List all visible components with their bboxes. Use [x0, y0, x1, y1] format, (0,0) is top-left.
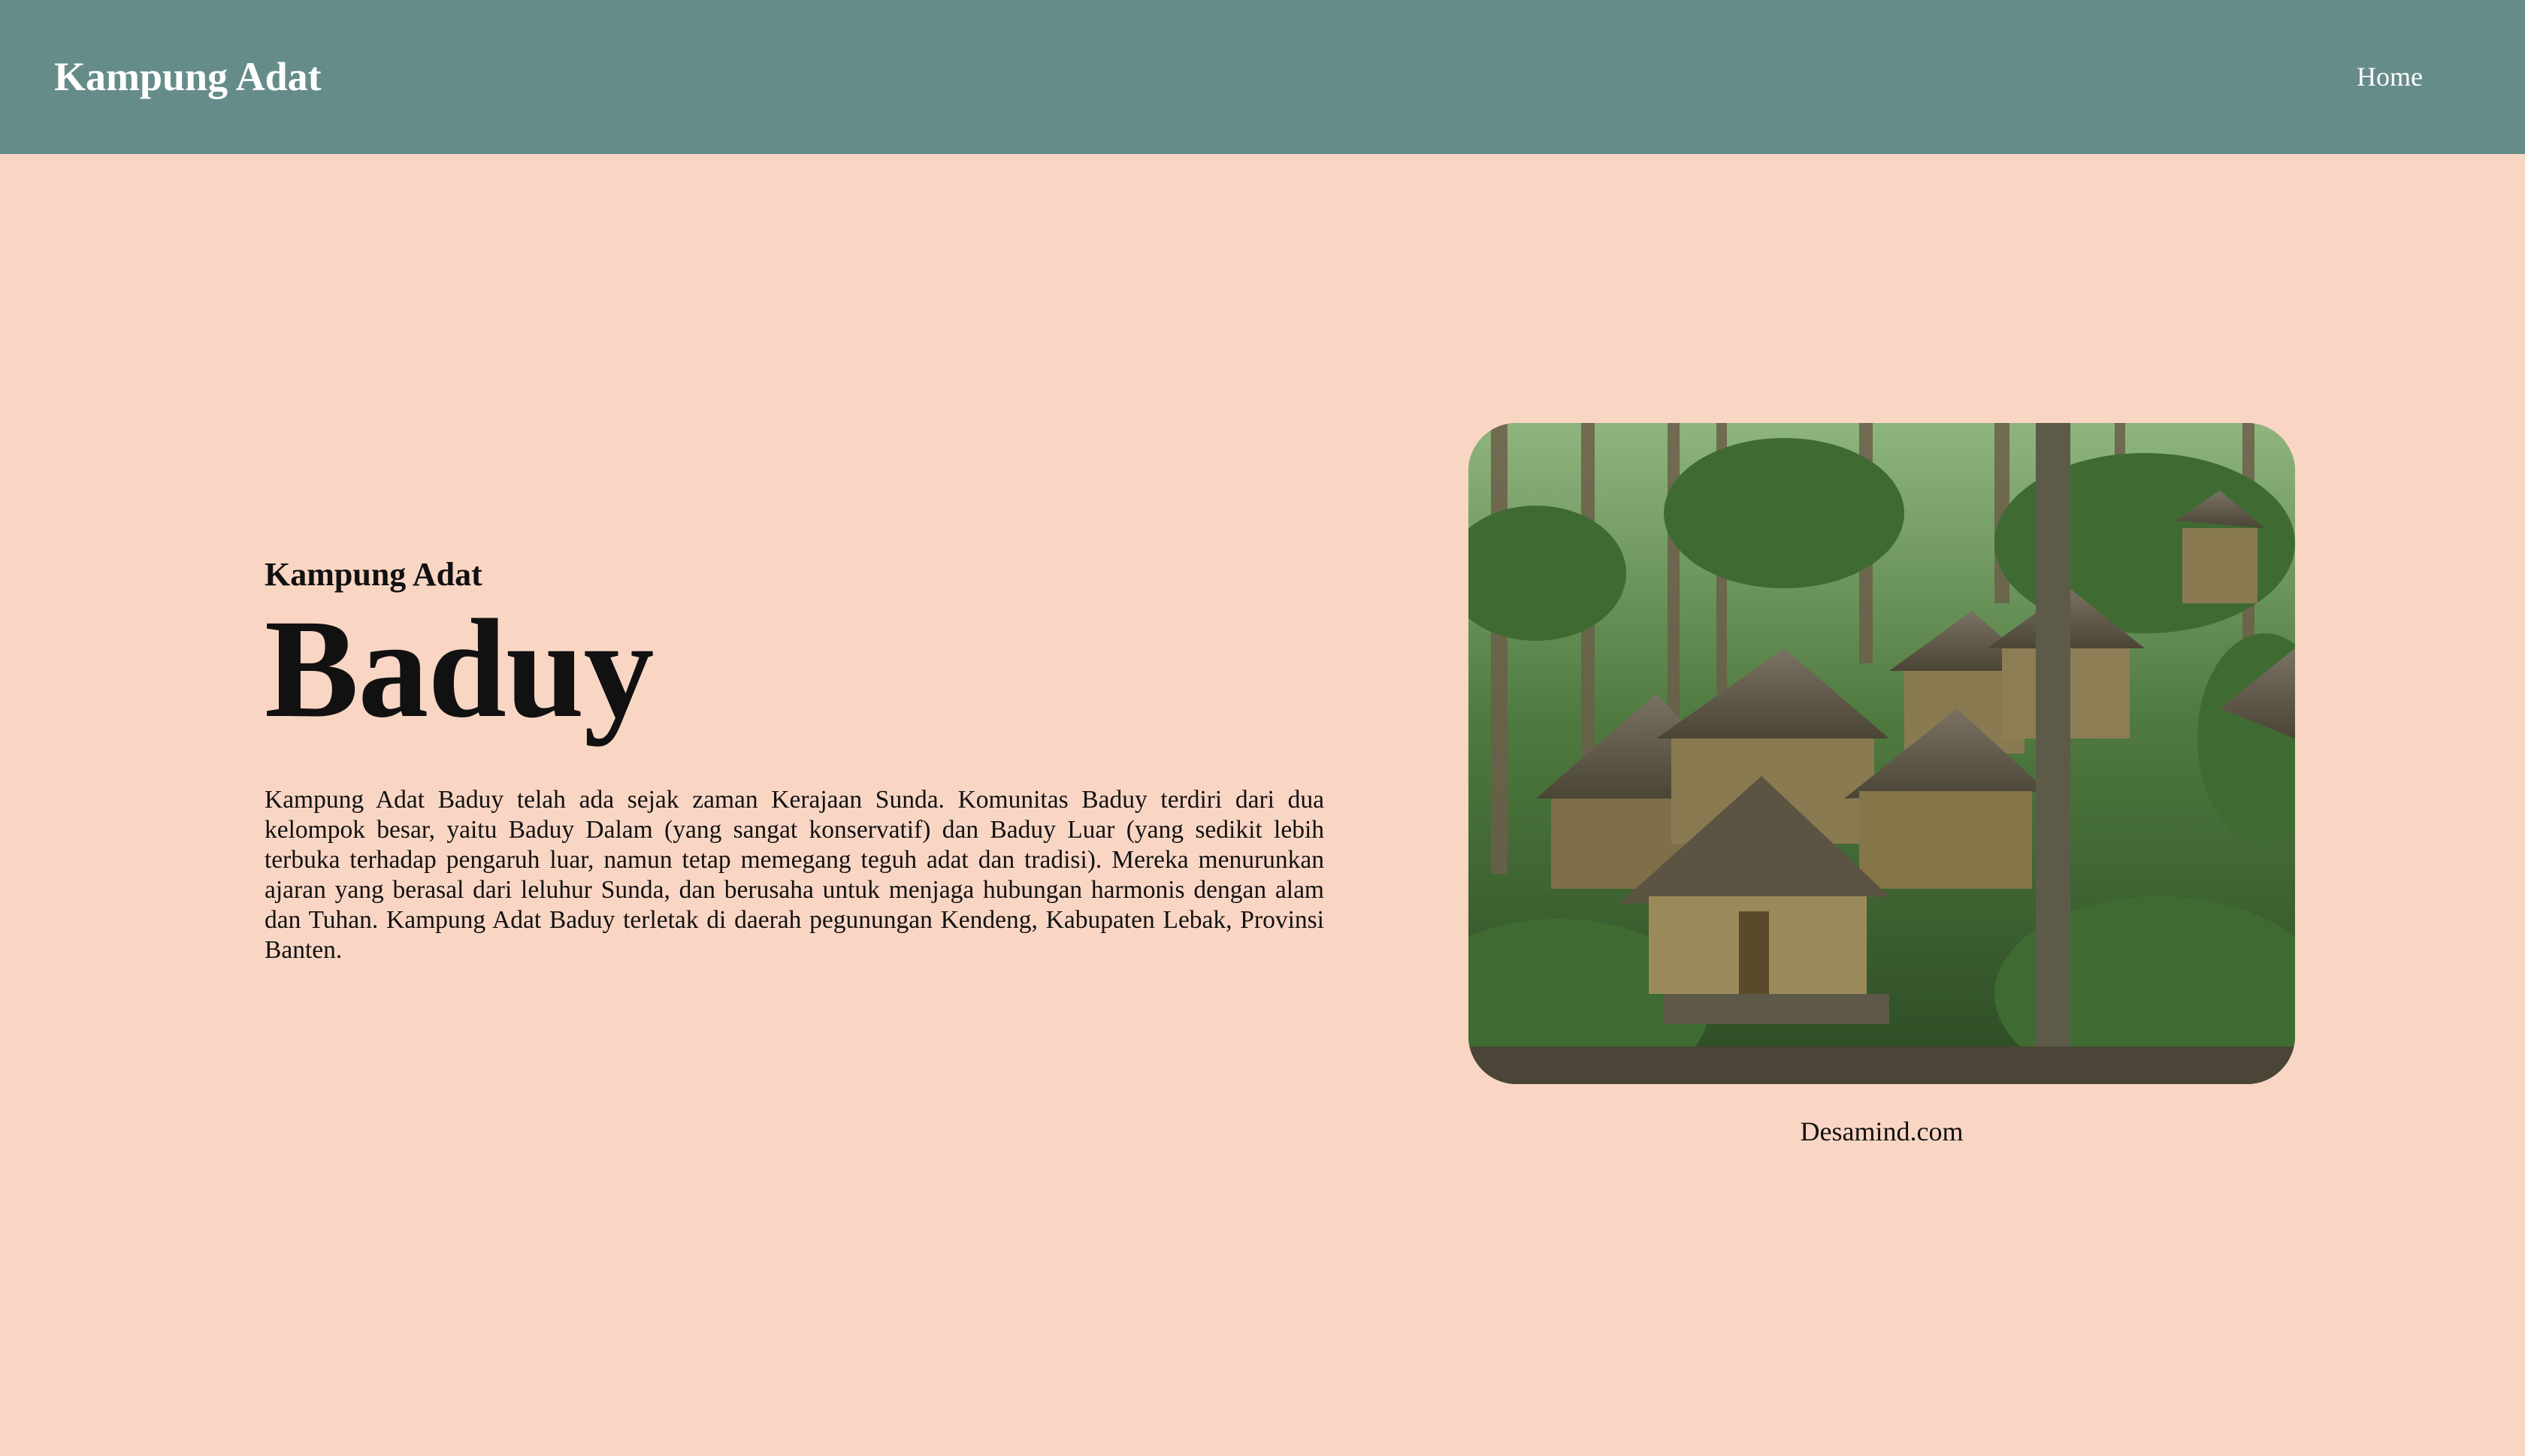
- brand-logo-text[interactable]: Kampung Adat: [54, 48, 322, 105]
- village-illustration: [1468, 423, 2295, 1084]
- hero-title: Baduy: [265, 590, 655, 747]
- navbar: Kampung Adat Home: [0, 0, 2525, 154]
- hero-text-section: Kampung Adat Baduy Kampung Adat Baduy te…: [265, 552, 1324, 965]
- nav-link-home[interactable]: Home: [2357, 57, 2423, 96]
- photo-caption: Desamind.com: [1800, 1116, 1964, 1146]
- hero-description: Kampung Adat Baduy telah ada sejak zaman…: [265, 786, 1324, 964]
- village-photo: [1468, 423, 2295, 1084]
